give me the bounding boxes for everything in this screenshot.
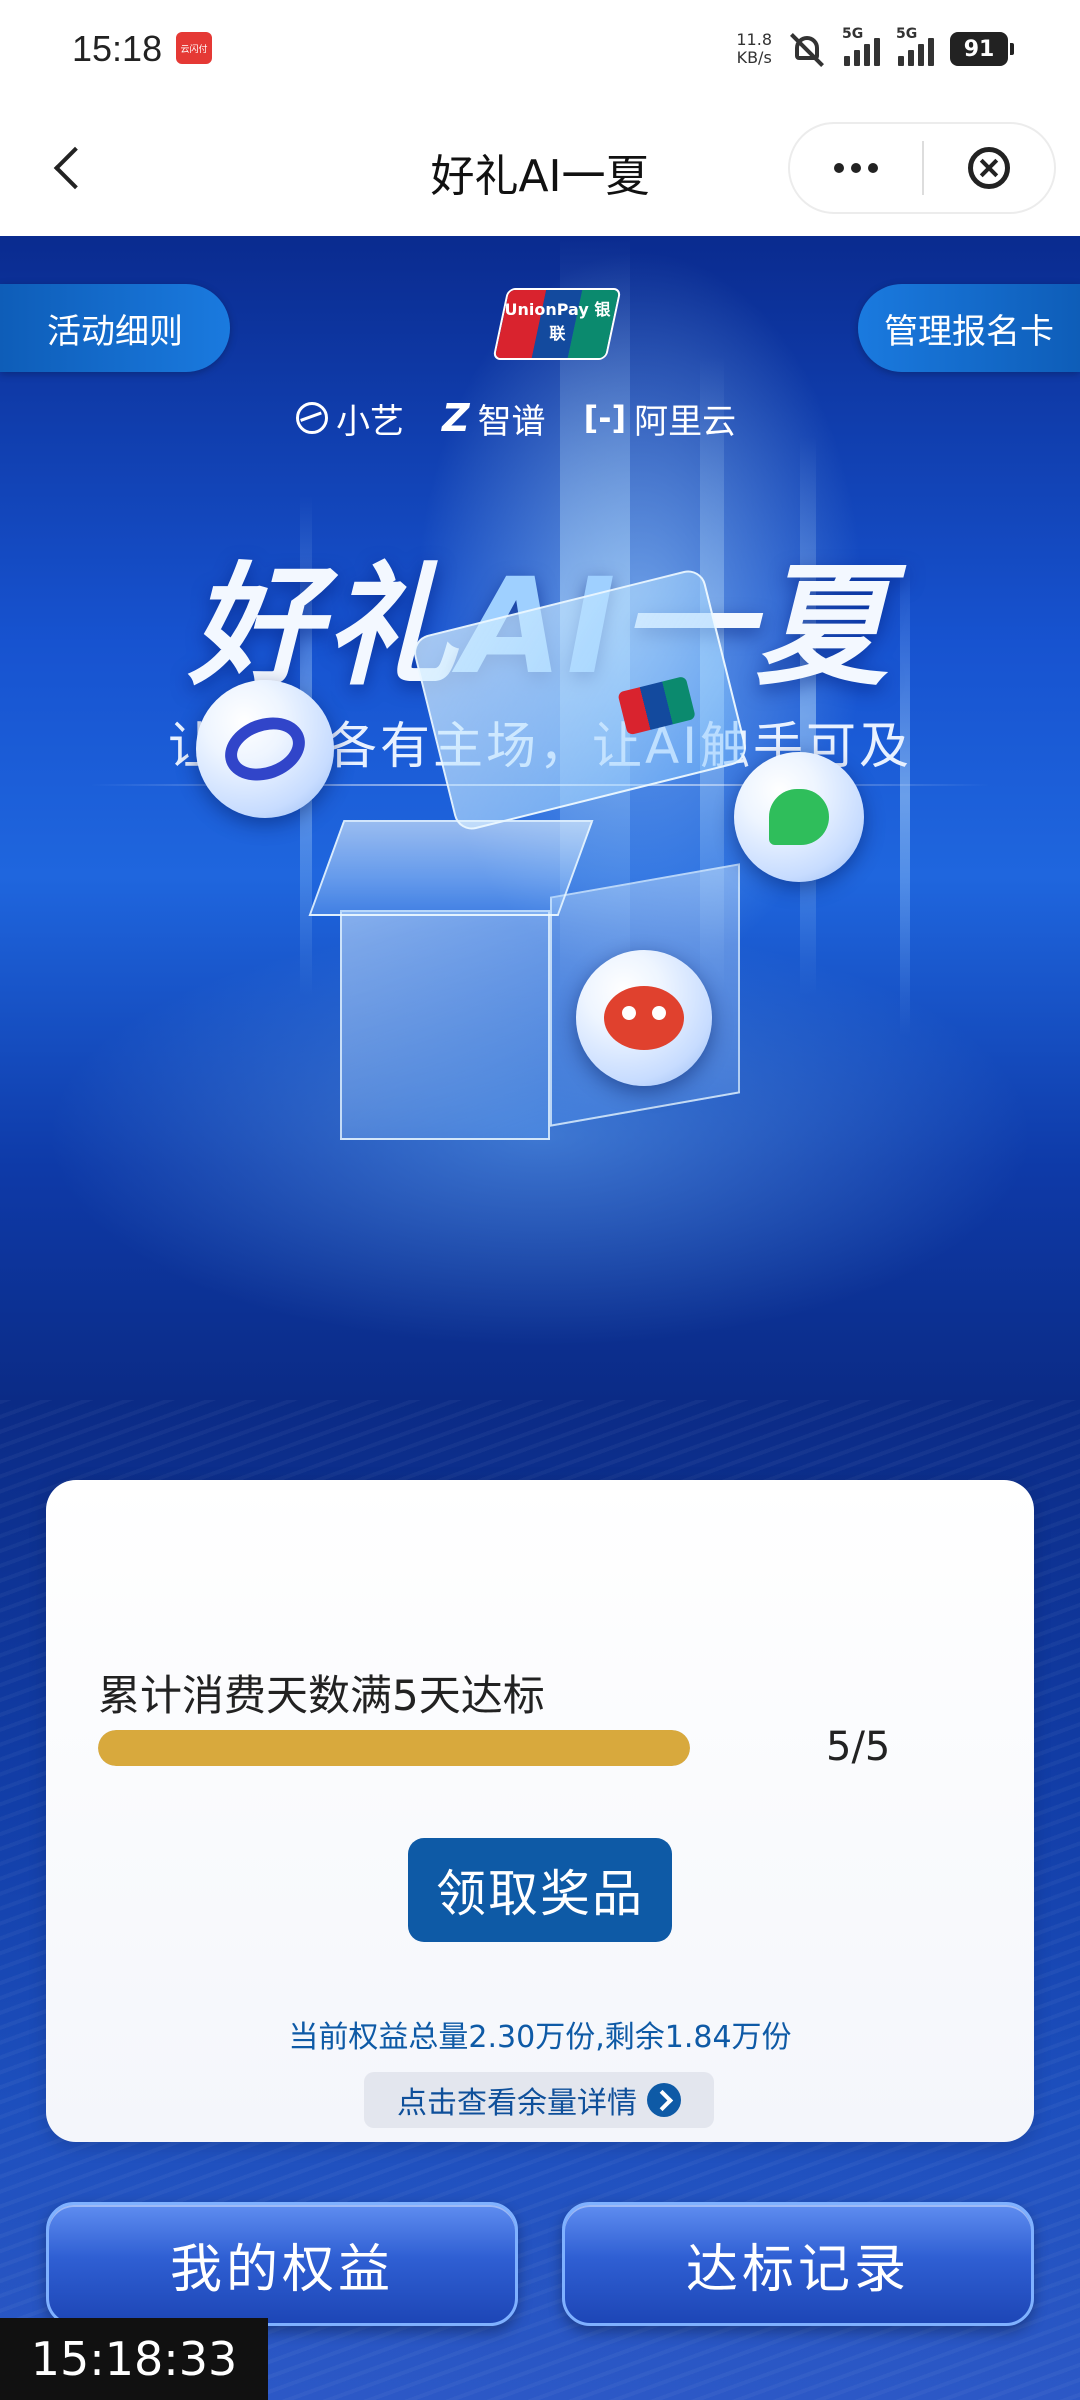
xiaoyi-icon bbox=[296, 402, 328, 434]
signal-1-tag: 5G bbox=[842, 26, 864, 42]
close-button[interactable] bbox=[924, 124, 1054, 212]
miniprogram-capsule bbox=[788, 122, 1056, 214]
partner-name: 小艺 bbox=[336, 401, 404, 442]
partner-logos: 小艺 Z 智谱 [-] 阿里云 bbox=[296, 388, 816, 448]
signal-2-tag: 5G bbox=[896, 26, 918, 42]
more-dots-icon bbox=[834, 163, 844, 173]
unionpay-mini-logo bbox=[617, 675, 696, 736]
progress-fill bbox=[98, 1730, 690, 1766]
my-benefits-button[interactable]: 我的权益 bbox=[46, 2202, 518, 2326]
network-speed-unit: KB/s bbox=[736, 48, 772, 67]
manage-signup-card-button[interactable]: 管理报名卡 bbox=[858, 284, 1080, 372]
progress-bar bbox=[98, 1730, 690, 1766]
more-button[interactable] bbox=[790, 124, 922, 212]
zhipu-icon: Z bbox=[442, 396, 470, 440]
nav-bar: 好礼AI一夏 bbox=[0, 100, 1080, 236]
partner-zhipu: Z 智谱 bbox=[442, 394, 546, 443]
task-label: 累计消费天数满5天达标 bbox=[98, 1671, 545, 1720]
unionpay-logo: UnionPay 银联 bbox=[492, 288, 622, 360]
network-speed: 11.8 KB/s bbox=[736, 31, 772, 67]
close-icon bbox=[968, 147, 1010, 189]
status-time: 15:18 bbox=[72, 28, 163, 69]
app-notification-icon: 云闪付 bbox=[176, 32, 212, 64]
partner-name: 智谱 bbox=[477, 401, 546, 442]
aliyun-icon: [-] bbox=[583, 399, 627, 437]
status-indicators: 11.8 KB/s 5G 5G 91 bbox=[736, 26, 1014, 72]
crab-mascot-icon bbox=[576, 950, 712, 1086]
achievement-records-button[interactable]: 达标记录 bbox=[562, 2202, 1034, 2326]
rules-button[interactable]: 活动细则 bbox=[0, 284, 230, 372]
signal-icon-2: 5G bbox=[896, 26, 934, 66]
chevron-right-circle-icon bbox=[647, 2083, 681, 2117]
hero-title-part1: 好礼 bbox=[188, 550, 461, 704]
chat-bubble-icon bbox=[734, 752, 864, 882]
progress-count: 5/5 bbox=[826, 1724, 891, 1770]
partner-aliyun: [-] 阿里云 bbox=[584, 394, 737, 443]
partner-name: 阿里云 bbox=[634, 401, 737, 442]
progress-card: 累计消费天数满5天达标 5/5 领取奖品 当前权益总量2.30万份,剩余1.84… bbox=[46, 1480, 1034, 2142]
quota-text: 当前权益总量2.30万份,剩余1.84万份 bbox=[288, 2020, 792, 2055]
overlay-clock: 15:18:33 bbox=[0, 2318, 268, 2400]
signal-icon: 5G bbox=[842, 26, 880, 66]
xiaoyi-bubble-icon bbox=[196, 680, 334, 818]
quota-detail-label: 点击查看余量详情 bbox=[397, 2086, 637, 2121]
claim-prize-button[interactable]: 领取奖品 bbox=[408, 1838, 672, 1942]
quota-detail-button[interactable]: 点击查看余量详情 bbox=[364, 2072, 714, 2128]
mute-icon bbox=[788, 30, 826, 68]
network-speed-value: 11.8 bbox=[736, 30, 772, 49]
battery-icon: 91 bbox=[950, 32, 1014, 66]
status-bar: 15:18 云闪付 11.8 KB/s 5G 5G 91 bbox=[0, 0, 1080, 100]
hero-banner: 活动细则 管理报名卡 UnionPay 银联 小艺 Z 智谱 [-] 阿里云 好… bbox=[0, 236, 1080, 1400]
partner-xiaoyi: 小艺 bbox=[296, 394, 404, 443]
